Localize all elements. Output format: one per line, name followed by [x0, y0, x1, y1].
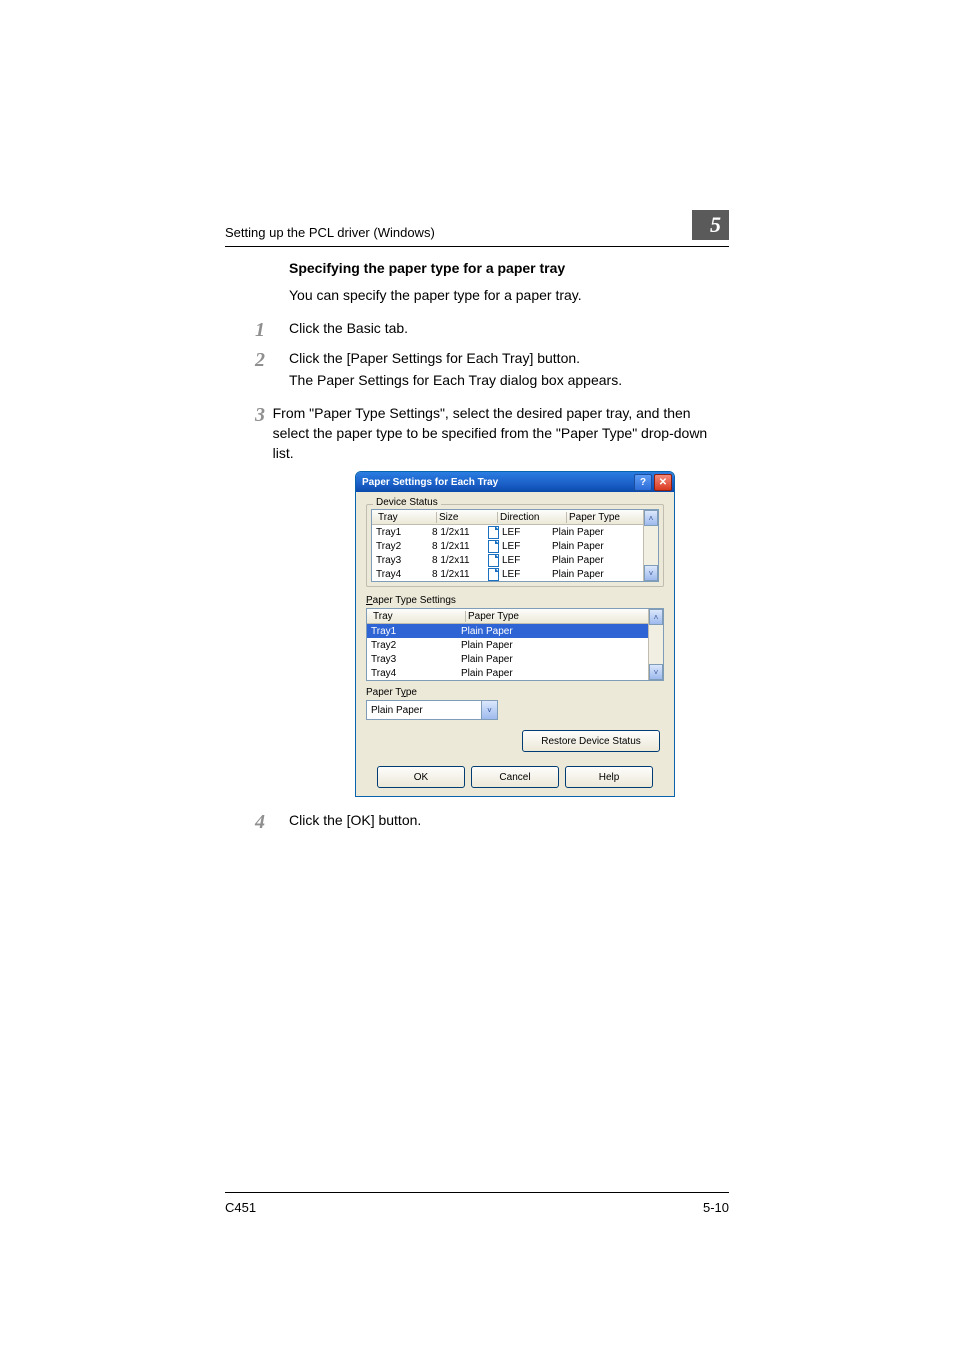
table-row[interactable]: Tray1 8 1/2x11 LEF Plain Paper: [372, 525, 643, 539]
restore-device-status-button[interactable]: Restore Device Status: [522, 730, 660, 752]
col-tray[interactable]: Tray: [376, 512, 437, 523]
footer-right: 5-10: [703, 1200, 729, 1215]
chapter-badge: 5: [692, 210, 729, 240]
page-icon: [488, 540, 499, 553]
step-3: 3 From "Paper Type Settings", select the…: [289, 404, 729, 463]
page-root: Setting up the PCL driver (Windows) 5 Sp…: [0, 0, 954, 1350]
content: Specifying the paper type for a paper tr…: [289, 260, 729, 833]
scrollbar[interactable]: ˄ ˅: [643, 510, 658, 581]
scroll-down-icon[interactable]: ˅: [644, 565, 658, 581]
scroll-up-icon[interactable]: ˄: [649, 609, 663, 625]
page-icon: [488, 568, 499, 581]
close-icon[interactable]: ✕: [654, 474, 672, 491]
col-tray[interactable]: Tray: [371, 611, 466, 622]
step-number: 1: [255, 319, 289, 341]
step-text: Click the Basic tab.: [289, 319, 408, 339]
help-button[interactable]: Help: [565, 766, 653, 788]
listbox-header: Tray Paper Type: [367, 609, 648, 624]
table-row[interactable]: Tray4 Plain Paper: [367, 666, 648, 680]
table-row[interactable]: Tray2 8 1/2x11 LEF Plain Paper: [372, 539, 643, 553]
paper-type-settings-label: Paper Type Settings: [366, 595, 664, 606]
dialog-button-row: OK Cancel Help: [356, 760, 674, 796]
col-direction[interactable]: Direction: [498, 512, 567, 523]
section-heading: Specifying the paper type for a paper tr…: [289, 260, 729, 276]
step-subtext: The Paper Settings for Each Tray dialog …: [289, 372, 622, 388]
group-legend: Device Status: [373, 497, 441, 508]
cancel-button[interactable]: Cancel: [471, 766, 559, 788]
scroll-track[interactable]: [649, 625, 663, 664]
scroll-up-icon[interactable]: ˄: [644, 510, 658, 526]
scroll-track[interactable]: [644, 526, 658, 565]
table-row[interactable]: Tray2 Plain Paper: [367, 638, 648, 652]
dialog-body: Device Status Tray Size Direction Paper …: [356, 504, 674, 760]
paper-type-settings-listbox[interactable]: Tray Paper Type Tray1 Plain Paper Tray2 …: [366, 608, 664, 681]
col-papertype[interactable]: Paper Type: [466, 611, 648, 622]
scroll-down-icon[interactable]: ˅: [649, 664, 663, 680]
running-head-title: Setting up the PCL driver (Windows): [225, 225, 435, 240]
dialog-screenshot: Paper Settings for Each Tray ? ✕ Device …: [355, 471, 729, 797]
page-icon: [488, 526, 499, 539]
chevron-down-icon[interactable]: ˅: [481, 701, 497, 719]
running-head: Setting up the PCL driver (Windows) 5: [225, 210, 729, 247]
dialog-title: Paper Settings for Each Tray: [362, 477, 632, 488]
page-footer: C451 5-10: [225, 1192, 729, 1215]
step-2: 2 Click the [Paper Settings for Each Tra…: [289, 349, 729, 399]
combobox-value: Plain Paper: [367, 705, 481, 716]
step-4: 4 Click the [OK] button.: [289, 811, 729, 833]
step-list: 1 Click the Basic tab. 2 Click the [Pape…: [289, 319, 729, 463]
group-device-status: Device Status Tray Size Direction Paper …: [366, 504, 664, 587]
intro-paragraph: You can specify the paper type for a pap…: [289, 286, 729, 305]
step-number: 4: [255, 811, 289, 833]
step-1: 1 Click the Basic tab.: [289, 319, 729, 341]
table-row[interactable]: Tray3 Plain Paper: [367, 652, 648, 666]
table-row[interactable]: Tray4 8 1/2x11 LEF Plain Paper: [372, 567, 643, 581]
scrollbar[interactable]: ˄ ˅: [648, 609, 663, 680]
listbox-header: Tray Size Direction Paper Type: [372, 510, 643, 525]
device-status-listbox[interactable]: Tray Size Direction Paper Type Tray1 8 1…: [371, 509, 659, 582]
table-row[interactable]: Tray1 Plain Paper: [367, 624, 648, 638]
table-row[interactable]: Tray3 8 1/2x11 LEF Plain Paper: [372, 553, 643, 567]
col-papertype[interactable]: Paper Type: [567, 512, 643, 523]
step-text: Click the [Paper Settings for Each Tray]…: [289, 349, 622, 369]
help-icon[interactable]: ?: [634, 474, 652, 491]
dialog-paper-settings: Paper Settings for Each Tray ? ✕ Device …: [355, 471, 675, 797]
paper-type-label: Paper Type: [366, 687, 664, 698]
mnemonic-underline: H: [599, 772, 606, 783]
step-text: From "Paper Type Settings", select the d…: [273, 404, 729, 463]
paper-type-combobox[interactable]: Plain Paper ˅: [366, 700, 498, 720]
col-size[interactable]: Size: [437, 512, 498, 523]
mnemonic-underline: P: [366, 595, 373, 606]
step-list-cont: 4 Click the [OK] button.: [289, 811, 729, 833]
step-number: 2: [255, 349, 289, 399]
footer-left: C451: [225, 1200, 256, 1215]
chapter-number: 5: [692, 210, 729, 240]
step-text: Click the [OK] button.: [289, 811, 421, 831]
dialog-titlebar[interactable]: Paper Settings for Each Tray ? ✕: [356, 472, 674, 492]
mnemonic-underline: R: [541, 736, 548, 747]
page-icon: [488, 554, 499, 567]
footer-rule: [225, 1192, 729, 1194]
ok-button[interactable]: OK: [377, 766, 465, 788]
step-number: 3: [255, 404, 273, 463]
